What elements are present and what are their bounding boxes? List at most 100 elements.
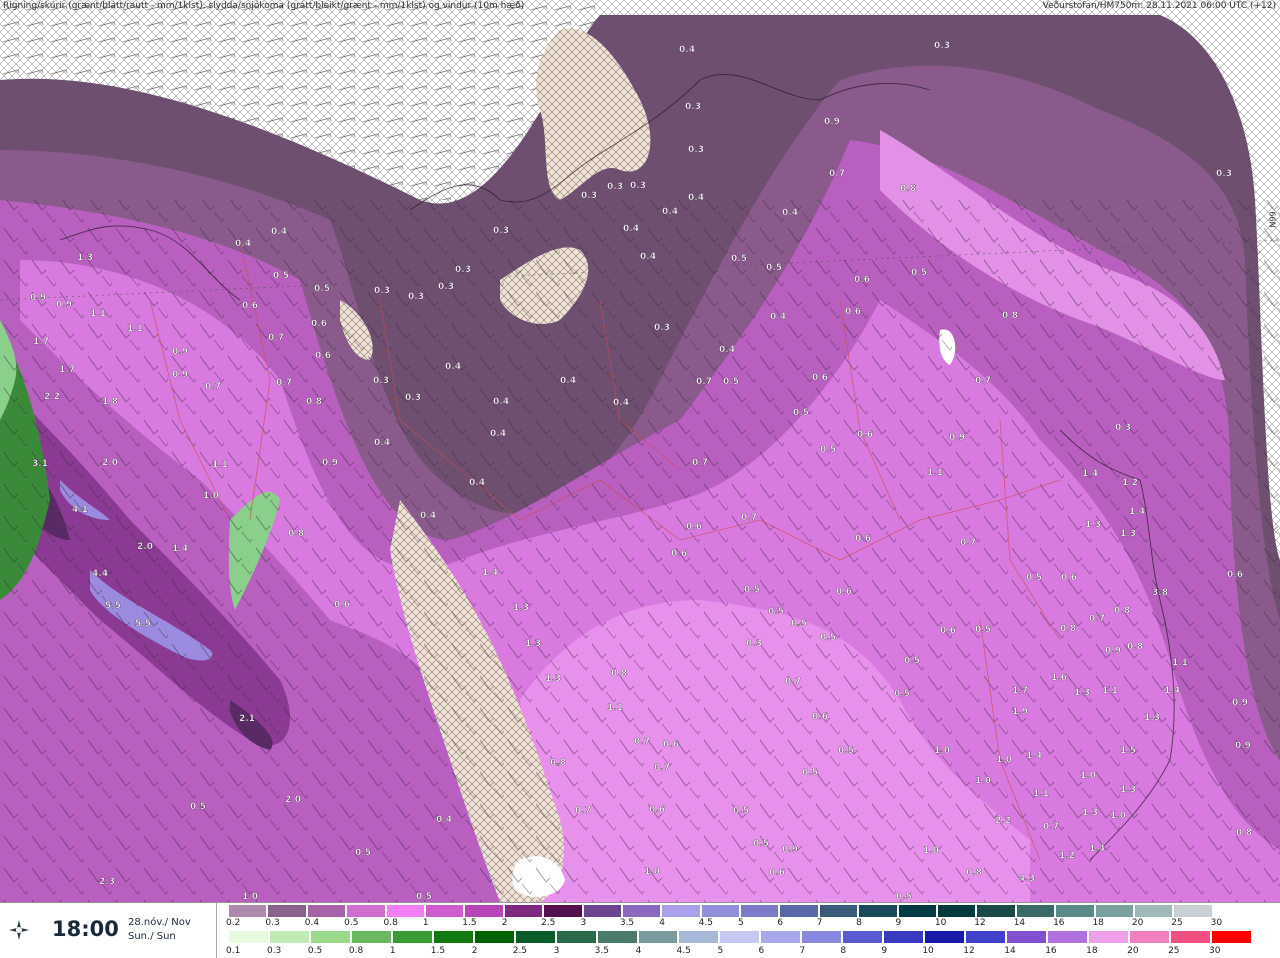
legend-panel: 18:00 28.nóv./ Nov Sun./ Sun 0.2 0.3 0.4 0.…	[0, 902, 1280, 958]
precip-value: 2.0	[285, 795, 301, 805]
precip-value: 0.5	[416, 892, 432, 902]
precip-value: 0.7	[696, 377, 712, 387]
precip-value: 0.7	[205, 382, 221, 392]
precip-value: 1.2	[1122, 478, 1138, 488]
legend-label: 12	[974, 918, 986, 928]
precip-value: 4.4	[92, 569, 108, 579]
precip-value: 0.5	[314, 284, 330, 294]
precip-value: 0.5	[791, 619, 807, 629]
precip-value: 0.4	[436, 815, 452, 825]
precip-value: 0.4	[490, 429, 506, 439]
precip-value: 1.1	[927, 468, 943, 478]
legend-swatch	[740, 904, 780, 918]
precip-value: 0.3	[373, 376, 389, 386]
precip-value: 0.9	[30, 293, 46, 303]
legend-swatch	[897, 904, 938, 918]
legend-label: 25	[1171, 918, 1183, 928]
precip-value: 1.0	[1110, 811, 1126, 821]
precip-value: 0.8	[306, 397, 322, 407]
legend-swatch	[1015, 904, 1056, 918]
precip-value: 0.8	[1060, 624, 1076, 634]
legend-label: 7	[816, 918, 823, 928]
precip-value: 0.8	[966, 868, 982, 878]
legend-label: 7	[799, 946, 806, 956]
legend-swatch	[842, 930, 884, 944]
precip-value: 0.3	[405, 393, 421, 403]
latitude-label-right: 66N	[1267, 211, 1277, 228]
precip-value: 0.6	[649, 805, 665, 815]
precip-value: 1.0	[1080, 771, 1096, 781]
legend-label: 1	[422, 918, 429, 928]
precip-value: 0.8	[611, 669, 627, 679]
legend-label: 0.4	[304, 918, 320, 928]
legend-label: 0.5	[307, 946, 323, 956]
precip-value: 1.4	[1129, 507, 1145, 517]
snow-color-scale	[228, 904, 1253, 918]
legend-swatch	[621, 904, 662, 918]
precip-value: 2.0	[137, 542, 153, 552]
precip-value: 0.3	[493, 226, 509, 236]
precip-value: 0.3	[746, 639, 762, 649]
precip-value: 0.5	[802, 768, 818, 778]
legend-swatch	[976, 904, 1016, 918]
precip-value: 2.2	[995, 816, 1011, 826]
precip-value: 0.5	[793, 408, 809, 418]
precip-value: 0.4	[688, 193, 704, 203]
precip-value: 0.5	[975, 625, 991, 635]
precip-value: 1.2	[1059, 851, 1075, 861]
legend-swatch	[503, 904, 544, 918]
precip-value: 0.3	[630, 181, 646, 191]
precip-value: 0.4	[374, 438, 390, 448]
legend-label: 12	[963, 946, 975, 956]
legend-label: 14	[1013, 918, 1026, 928]
forecast-map-view: 0.3 0.4 0.3 0.3 0.9 0.3 0.7 0.8 0.3 0.3 0.3 0.4 0.4 0…	[0, 0, 1280, 958]
rain-scale-labels: 0.1 0.3 0.5 0.8 1 1.5 2 2.5 3 3.5 4 4.5 5 6 7 8 9 10 12 14 1…	[226, 946, 1252, 958]
precip-value: 1.4	[172, 544, 188, 554]
precip-value: 3.1	[32, 459, 48, 469]
precip-value: 0.7	[634, 737, 650, 747]
legend-label: 0.5	[344, 918, 359, 928]
precip-value: 0.7	[692, 458, 708, 468]
precip-value: 0.6	[857, 430, 873, 440]
legend-swatch	[432, 930, 474, 944]
precip-value: 0.5	[733, 806, 749, 816]
precip-value: 0.3	[408, 292, 424, 302]
precip-value: 0.5	[896, 892, 912, 902]
precip-value: 0.4	[719, 345, 735, 355]
precip-value: 1.3	[1120, 785, 1136, 795]
legend-swatch	[424, 904, 465, 918]
precip-value: 0.5	[820, 445, 836, 455]
legend-label: 16	[1045, 946, 1057, 956]
precip-value: 0.5	[766, 263, 782, 273]
precip-value: 1.0	[242, 892, 258, 902]
precip-value: 0.6	[242, 301, 258, 311]
legend-swatch	[965, 930, 1007, 944]
precipitation-map: 0.30.40.30.30.90.30.70.80.30.3 0.30.40.40…	[0, 0, 1280, 902]
precip-value: 0.9	[172, 370, 188, 380]
legend-label: 6	[758, 946, 765, 956]
legend-swatch	[391, 930, 433, 944]
legend-swatch	[543, 904, 583, 918]
legend-swatch	[937, 904, 977, 918]
legend-swatch	[637, 930, 679, 944]
rain-color-scale	[228, 930, 1252, 944]
legend-swatch	[1210, 930, 1252, 944]
precip-value: 1.1	[1102, 686, 1118, 696]
precip-value: 0.8	[288, 529, 304, 539]
precip-value: 0.7	[829, 169, 845, 179]
legend-swatch	[464, 904, 504, 918]
precip-value: 0.7	[741, 513, 757, 523]
precip-value: 0.9	[1105, 646, 1121, 656]
legend-label: 14	[1004, 946, 1016, 956]
precip-value: 0.5	[744, 585, 760, 595]
legend-swatch	[268, 930, 310, 944]
legend-label: 3.5	[594, 946, 609, 956]
precip-value: 1.9	[1012, 707, 1028, 717]
wind-barbs	[0, 200, 1280, 902]
precip-value: 0.7	[575, 806, 591, 816]
legend-label: 18	[1092, 918, 1104, 928]
precip-value: 0.5	[273, 271, 289, 281]
precip-value: 1.3	[1074, 688, 1090, 698]
precip-value: 1.6	[1051, 673, 1067, 683]
legend-swatch	[309, 930, 351, 944]
